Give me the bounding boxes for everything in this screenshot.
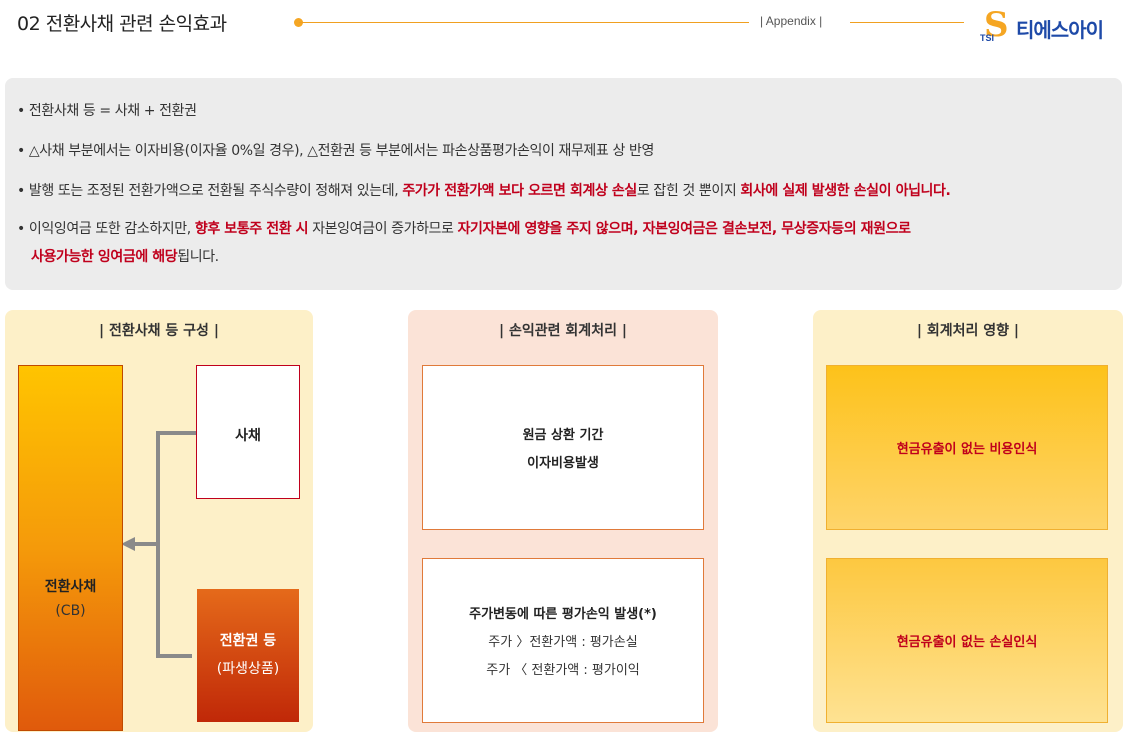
summary-bullet: • △사채 부분에서는 이자비용(이자율 0%일 경우), △전환권 등 부분에… (17, 137, 1115, 165)
page-title: 02 전환사채 관련 손익효과 (17, 13, 227, 35)
emphasis-text: 향후 보통주 전환 시 (194, 221, 309, 237)
summary-box: • 전환사채 등 = 사채 + 전환권 • △사채 부분에서는 이자비용(이자율… (5, 78, 1122, 290)
page-header: 02 전환사채 관련 손익효과 | Appendix | S TSI 티에스아이 (0, 0, 1131, 60)
header-divider-left (299, 22, 749, 23)
accounting-panel-title: | 손익관련 회계처리 | (499, 323, 627, 339)
impact-panel-title: | 회계처리 영향 | (916, 323, 1020, 339)
emphasis-text: 사용가능한 잉여금에 해당 (31, 249, 178, 265)
bullet-text: 됩니다. (177, 249, 219, 265)
bullet-text: • △사채 부분에서는 이자비용(이자율 0%일 경우), △전환권 등 부분에… (17, 143, 654, 159)
bond-label: 사채 (235, 428, 261, 444)
convertible-bond-label: 전환사채 (44, 579, 97, 595)
emphasis-text: 자기자본에 영향을 주지 않으며, 자본잉여금은 결손보전, 무상증자등의 재원… (457, 221, 911, 237)
expense-recognition-box: 현금유출이 없는 비용인식 (826, 365, 1108, 530)
valuation-line2: 주가 〉전환가액 : 평가손실 (488, 635, 638, 650)
summary-bullet: • 발행 또는 조정된 전환가액으로 전환될 주식수량이 정해져 있는데, 주가… (17, 177, 1115, 205)
section-tag: | Appendix | (760, 14, 823, 28)
expense-recognition-label: 현금유출이 없는 비용인식 (896, 442, 1038, 457)
conversion-right-box: 전환권 등 (파생상품) (197, 589, 299, 722)
logo-tsi: TSI (980, 33, 995, 43)
valuation-line1: 주가변동에 따른 평가손익 발생(*) (469, 607, 657, 622)
emphasis-text: 회사에 실제 발생한 손실이 아닙니다. (740, 183, 951, 199)
valuation-line3: 주가 〈 전환가액 : 평가이익 (486, 663, 640, 678)
loss-recognition-label: 현금유출이 없는 손실인식 (896, 635, 1038, 650)
convertible-bond-box: 전환사채 (CB) (18, 365, 123, 731)
emphasis-text: 주가가 전환가액 보다 오르면 회계상 손실 (402, 183, 637, 199)
bullet-text: • 발행 또는 조정된 전환가액으로 전환될 주식수량이 정해져 있는데, (17, 183, 403, 199)
impact-panel: | 회계처리 영향 | 현금유출이 없는 비용인식 현금유출이 없는 손실인식 (813, 310, 1123, 732)
header-divider-right (850, 22, 964, 23)
logo-text: 티에스아이 (1016, 18, 1104, 42)
summary-bullet: • 전환사채 등 = 사채 + 전환권 (17, 97, 1115, 125)
conversion-right-label: 전환권 등 (219, 633, 277, 649)
conversion-right-sub: (파생상품) (216, 661, 280, 677)
bullet-text: • 이익잉여금 또한 감소하지만, (17, 221, 195, 237)
convertible-bond-sub: (CB) (55, 603, 86, 619)
accounting-panel: | 손익관련 회계처리 | 원금 상환 기간 이자비용발생 주가변동에 따른 평… (408, 310, 718, 732)
composition-panel: | 전환사채 등 구성 | 전환사채 (CB) 사채 전환권 등 (파생상품) (5, 310, 313, 732)
interest-expense-box: 원금 상환 기간 이자비용발생 (422, 365, 704, 530)
loss-recognition-box: 현금유출이 없는 손실인식 (826, 558, 1108, 723)
bullet-text: 자본잉여금이 증가하므로 (308, 221, 458, 237)
valuation-gain-loss-box: 주가변동에 따른 평가손익 발생(*) 주가 〉전환가액 : 평가손실 주가 〈… (422, 558, 704, 723)
interest-expense-line1: 원금 상환 기간 (522, 428, 604, 443)
bond-box: 사채 (196, 365, 300, 499)
bullet-text: 로 잡힌 것 뿐이지 (636, 183, 741, 199)
interest-expense-line2: 이자비용발생 (527, 456, 599, 471)
company-logo: S TSI 티에스아이 (978, 3, 1123, 48)
bullet-text: • 전환사채 등 = 사채 + 전환권 (17, 103, 197, 119)
summary-bullet: • 이익잉여금 또한 감소하지만, 향후 보통주 전환 시 자본잉여금이 증가하… (17, 215, 1115, 271)
